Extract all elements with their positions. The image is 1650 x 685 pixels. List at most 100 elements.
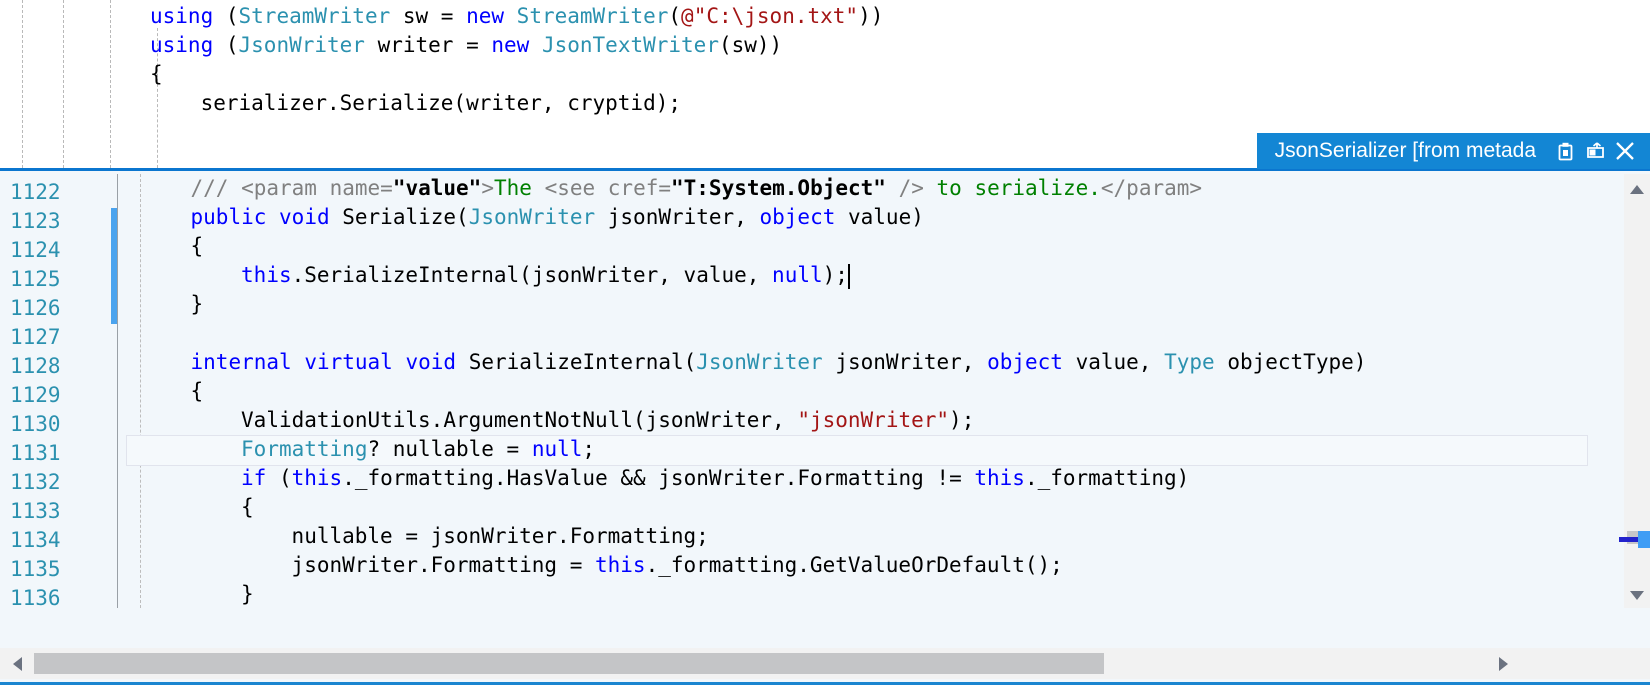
code-line: jsonWriter.Formatting = this._formatting… <box>126 551 1592 580</box>
code-token: { <box>241 495 254 519</box>
code-token: ( <box>668 4 682 28</box>
line-number: 1127 <box>10 325 61 349</box>
code-token: ( <box>225 33 239 57</box>
code-token: /> <box>885 176 924 200</box>
code-line: using (JsonWriter writer = new JsonTextW… <box>0 31 883 60</box>
code-token: void <box>279 205 343 229</box>
code-token: /// <box>190 176 242 200</box>
code-token: JsonWriter <box>238 33 365 57</box>
code-token: ._formatting.GetValueOrDefault(); <box>645 553 1063 577</box>
code-token: StreamWriter <box>238 4 391 28</box>
peek-definition-window: 1122 1123 1124 1125 1126 1127 1128 1129 1130 1131… <box>0 168 1650 685</box>
code-token: { <box>190 234 204 258</box>
code-token: virtual <box>304 350 406 374</box>
code-token: null <box>531 437 583 461</box>
code-token: void <box>405 350 469 374</box>
code-token: { <box>190 379 204 403</box>
outer-code-text[interactable]: using (StreamWriter sw = new StreamWrite… <box>0 2 883 118</box>
code-token: jsonWriter, <box>822 350 988 374</box>
code-token: using <box>150 4 226 28</box>
code-token: (sw)) <box>718 33 783 57</box>
code-token: objectType) <box>1214 350 1367 374</box>
line-number: 1133 <box>10 499 61 523</box>
code-line: { <box>0 60 883 89</box>
code-token: this <box>594 553 646 577</box>
code-token: value) <box>835 205 924 229</box>
code-token: ); <box>949 408 975 432</box>
code-token: new <box>466 4 517 28</box>
pin-icon[interactable] <box>1550 136 1580 166</box>
code-line: this.SerializeInternal(jsonWriter, value… <box>126 261 1592 290</box>
peek-title-text: JsonSerializer [from metada <box>1274 139 1536 162</box>
code-token: <param name= <box>241 176 393 200</box>
scroll-left-icon[interactable] <box>2 648 32 679</box>
line-number: 1122 <box>10 180 61 204</box>
code-token: this <box>291 466 343 490</box>
code-token: ); <box>822 263 848 287</box>
code-token: this <box>974 466 1025 490</box>
code-token: ( <box>225 4 239 28</box>
code-line: } <box>126 290 1592 319</box>
horizontal-scrollbar-thumb[interactable] <box>34 653 1104 674</box>
peek-code-text[interactable]: /// <param name="value">The <see cref="T… <box>126 174 1592 609</box>
peek-window-title-bar[interactable]: JsonSerializer [from metada <box>1256 133 1650 169</box>
line-number: 1134 <box>10 528 61 552</box>
scroll-up-icon[interactable] <box>1624 176 1650 202</box>
code-token: ._formatting) <box>1024 466 1190 490</box>
gutter-separator <box>117 174 118 608</box>
horizontal-scrollbar[interactable] <box>0 648 1624 679</box>
line-number: 1135 <box>10 557 61 581</box>
code-token: sw = <box>390 4 467 28</box>
code-token: this <box>241 263 292 287</box>
code-token: jsonWriter, <box>595 205 760 229</box>
code-token: JsonTextWriter <box>541 33 719 57</box>
code-token: The <box>493 176 545 200</box>
code-token: ._formatting.HasValue && jsonWriter.Form… <box>342 466 975 490</box>
code-token: <see cref= <box>544 176 671 200</box>
text-caret <box>848 264 851 289</box>
line-number: 1124 <box>10 238 61 262</box>
code-line: { <box>126 493 1592 522</box>
code-line: { <box>126 377 1592 406</box>
code-token: @"C:\json.txt" <box>681 4 859 28</box>
scrollbar-caret-box <box>1638 531 1650 548</box>
code-token: "jsonWriter" <box>797 408 950 432</box>
code-token: object <box>759 205 836 229</box>
scroll-down-icon[interactable] <box>1624 582 1650 608</box>
scrollbar-corner <box>1624 648 1650 679</box>
scroll-right-icon[interactable] <box>1488 648 1518 679</box>
line-number: 1125 <box>10 267 61 291</box>
line-number: 1123 <box>10 209 61 233</box>
line-number: 1132 <box>10 470 61 494</box>
code-token: object <box>987 350 1063 374</box>
code-token: to serialize. <box>923 176 1101 200</box>
vertical-scrollbar[interactable] <box>1619 174 1650 608</box>
promote-to-document-icon[interactable] <box>1580 136 1610 166</box>
code-line: internal virtual void SerializeInternal(… <box>126 348 1592 377</box>
code-token: serializer.Serialize(writer, cryptid); <box>150 91 682 115</box>
code-token: jsonWriter.Formatting = <box>291 553 595 577</box>
code-line: ValidationUtils.ArgumentNotNull(jsonWrit… <box>126 406 1592 435</box>
code-token: ValidationUtils.ArgumentNotNull(jsonWrit… <box>241 408 798 432</box>
peek-body: 1122 1123 1124 1125 1126 1127 1128 1129 1130 1131… <box>0 174 1650 682</box>
code-token: )) <box>858 4 884 28</box>
code-token: JsonWriter <box>468 205 596 229</box>
peek-code-area[interactable]: /// <param name="value">The <see cref="T… <box>126 174 1592 682</box>
code-token: public <box>190 205 280 229</box>
code-token: new <box>491 33 542 57</box>
code-token: nullable = jsonWriter.Formatting; <box>291 524 709 548</box>
peek-definition-screen: using (StreamWriter sw = new StreamWrite… <box>0 0 1650 685</box>
code-token: JsonWriter <box>696 350 823 374</box>
code-token: </param> <box>1100 176 1203 200</box>
close-icon[interactable] <box>1610 136 1640 166</box>
code-token: ? nullable = <box>367 437 532 461</box>
line-number: 1130 <box>10 412 61 436</box>
code-line: public void Serialize(JsonWriter jsonWri… <box>126 203 1592 232</box>
code-token: { <box>150 62 163 86</box>
code-token: Serialize( <box>342 205 469 229</box>
line-number: 1128 <box>10 354 61 378</box>
code-token: Formatting <box>241 437 368 461</box>
line-number: 1131 <box>10 441 61 465</box>
code-token: writer = <box>364 33 492 57</box>
line-number: 1126 <box>10 296 61 320</box>
